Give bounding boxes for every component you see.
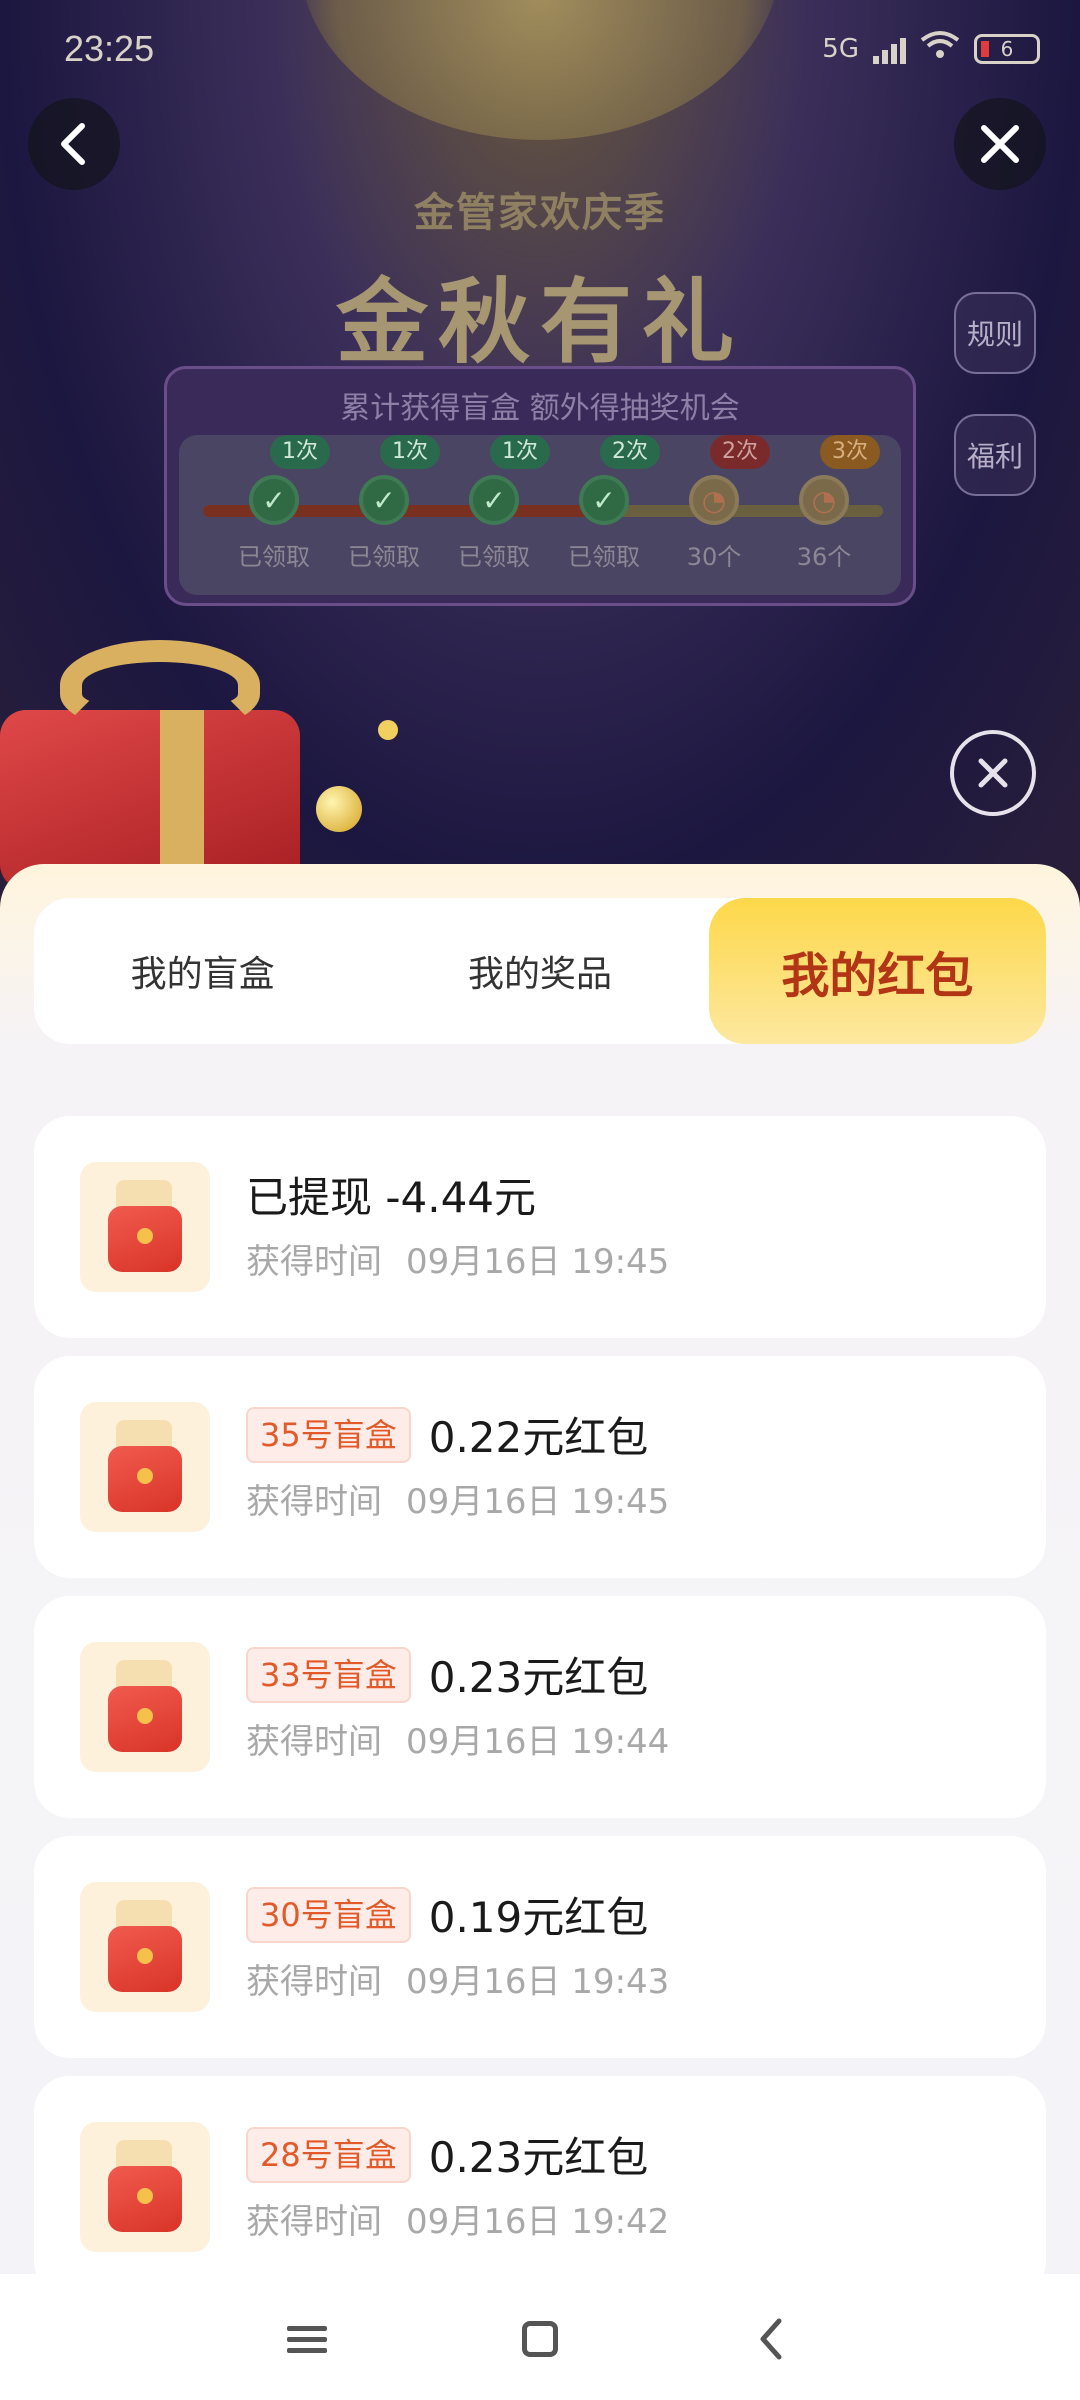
coin-decoration	[378, 720, 398, 740]
close-icon	[981, 125, 1019, 163]
rules-button[interactable]: 规则	[954, 292, 1036, 374]
red-packet-list: 已提现 -4.44元 获得时间 09月16日 19:45 35号盲盒 0.22元红包 获得…	[34, 1116, 1046, 2274]
record-amount: 0.23元红包	[428, 2133, 649, 2182]
lock-icon: ◔	[799, 475, 849, 525]
record-time: 09月16日 19:45	[406, 1242, 670, 1282]
status-icons: 5G 6	[822, 30, 1040, 67]
system-nav-bar	[0, 2274, 1080, 2400]
red-envelope-icon	[80, 1402, 210, 1532]
close-page-button[interactable]	[954, 98, 1046, 190]
progress-card: 累计获得盲盒 额外得抽奖机会 1次 ✓ 已领取 1次 ✓ 已领取 1次 ✓ 已领取 2次 ✓ 已领取 2…	[164, 366, 916, 606]
network-type: 5G	[822, 33, 859, 64]
progress-node-label: 已领取	[238, 543, 310, 571]
red-envelope-icon	[80, 1162, 210, 1292]
record-time-row: 获得时间 09月16日 19:45	[246, 1474, 669, 1523]
progress-track-area: 1次 ✓ 已领取 1次 ✓ 已领取 1次 ✓ 已领取 2次 ✓ 已领取 2次 ◔ 30个 3次 ◔ 36个	[179, 435, 901, 595]
record-time-label: 获得时间	[246, 1482, 382, 1522]
progress-node-tag: 1次	[380, 435, 440, 469]
list-item[interactable]: 28号盲盒 0.23元红包获得时间 09月16日 19:42	[34, 2076, 1046, 2274]
progress-node-tag: 2次	[600, 435, 660, 469]
progress-node: 1次 ✓ 已领取	[439, 435, 550, 572]
gift-box-illustration	[0, 620, 320, 890]
progress-node-tag: 1次	[490, 435, 550, 469]
list-item[interactable]: 33号盲盒 0.23元红包获得时间 09月16日 19:44	[34, 1596, 1046, 1818]
record-time-label: 获得时间	[246, 2202, 382, 2242]
home-icon[interactable]	[505, 2304, 575, 2374]
progress-node-label: 已领取	[348, 543, 420, 571]
check-icon: ✓	[579, 475, 629, 525]
record-amount: 0.19元红包	[428, 1893, 649, 1942]
check-icon: ✓	[359, 475, 409, 525]
list-item[interactable]: 30号盲盒 0.19元红包获得时间 09月16日 19:43	[34, 1836, 1046, 2058]
progress-node: 3次 ◔ 36个	[769, 435, 880, 572]
progress-node: 1次 ✓ 已领取	[329, 435, 440, 572]
record-time-label: 获得时间	[246, 1962, 382, 2002]
record-time: 09月16日 19:44	[406, 1722, 670, 1762]
status-time: 23:25	[64, 28, 155, 69]
record-title-row: 33号盲盒 0.23元红包	[246, 1644, 648, 1705]
record-time: 09月16日 19:42	[406, 2202, 670, 2242]
record-title-row: 35号盲盒 0.22元红包	[246, 1404, 648, 1465]
check-icon: ✓	[249, 475, 299, 525]
blind-box-badge: 33号盲盒	[246, 1646, 411, 1703]
record-time-row: 获得时间 09月16日 19:44	[246, 1714, 669, 1763]
tab-bar: 我的盲盒 我的奖品 我的红包	[34, 898, 1046, 1044]
blind-box-badge: 30号盲盒	[246, 1886, 411, 1943]
progress-node-label: 36个	[796, 543, 852, 571]
menu-icon[interactable]	[272, 2304, 342, 2374]
progress-node-label: 已领取	[568, 543, 640, 571]
check-icon: ✓	[469, 475, 519, 525]
progress-node-tag: 1次	[270, 435, 330, 469]
status-bar: 23:25 5G 6	[0, 0, 1080, 100]
record-time: 09月16日 19:43	[406, 1962, 670, 2002]
battery-icon: 6	[974, 33, 1040, 64]
list-item[interactable]: 35号盲盒 0.22元红包获得时间 09月16日 19:45	[34, 1356, 1046, 1578]
red-envelope-icon	[80, 2122, 210, 2252]
blind-box-badge: 35号盲盒	[246, 1406, 411, 1463]
progress-title: 累计获得盲盒 额外得抽奖机会	[340, 391, 740, 426]
progress-node-label: 已领取	[458, 543, 530, 571]
record-title-row: 28号盲盒 0.23元红包	[246, 2124, 648, 2185]
tab-my-blind-box[interactable]: 我的盲盒	[34, 898, 371, 1044]
close-sheet-button[interactable]	[950, 730, 1036, 816]
record-amount: 0.23元红包	[428, 1653, 649, 1702]
record-time-label: 获得时间	[246, 1722, 382, 1762]
record-title-row: 30号盲盒 0.19元红包	[246, 1884, 648, 1945]
blind-box-badge: 28号盲盒	[246, 2126, 411, 2183]
record-time: 09月16日 19:45	[406, 1482, 670, 1522]
record-amount: 0.22元红包	[428, 1413, 649, 1462]
progress-node: 1次 ✓ 已领取	[219, 435, 330, 572]
tab-my-prizes[interactable]: 我的奖品	[371, 898, 708, 1044]
event-background: 23:25 5G 6 金管家欢庆季 金秋有礼 规则 福利 累计获得盲盒 额外得抽…	[0, 0, 1080, 900]
record-time-label: 获得时间	[246, 1242, 382, 1282]
record-title-row: 已提现 -4.44元	[246, 1164, 536, 1225]
event-title: 金秋有礼	[335, 269, 744, 376]
coin-decoration	[316, 786, 362, 832]
record-time-row: 获得时间 09月16日 19:42	[246, 2194, 669, 2243]
record-time-row: 获得时间 09月16日 19:43	[246, 1954, 669, 2003]
event-subtitle: 金管家欢庆季	[414, 190, 666, 236]
tab-my-red-packets[interactable]: 我的红包	[708, 898, 1046, 1044]
back-icon[interactable]	[736, 2304, 806, 2374]
records-sheet: 我的盲盒 我的奖品 我的红包 已提现 -4.44元获得时间 09月16日 19:4…	[0, 864, 1080, 2274]
progress-node: 2次 ◔ 30个	[659, 435, 770, 572]
chevron-left-icon	[61, 123, 85, 165]
wifi-icon	[920, 30, 960, 67]
progress-node-label: 30个	[686, 543, 742, 571]
red-envelope-icon	[80, 1882, 210, 2012]
back-button[interactable]	[28, 98, 120, 190]
close-icon	[978, 758, 1008, 788]
progress-node: 2次 ✓ 已领取	[549, 435, 660, 572]
red-envelope-icon	[80, 1642, 210, 1772]
progress-node-tag: 3次	[820, 435, 880, 469]
record-time-row: 获得时间 09月16日 19:45	[246, 1234, 669, 1283]
signal-icon	[873, 34, 906, 64]
progress-node-tag: 2次	[710, 435, 770, 469]
lock-icon: ◔	[689, 475, 739, 525]
welfare-button[interactable]: 福利	[954, 414, 1036, 496]
record-amount: 已提现 -4.44元	[246, 1173, 537, 1222]
list-item[interactable]: 已提现 -4.44元获得时间 09月16日 19:45	[34, 1116, 1046, 1338]
